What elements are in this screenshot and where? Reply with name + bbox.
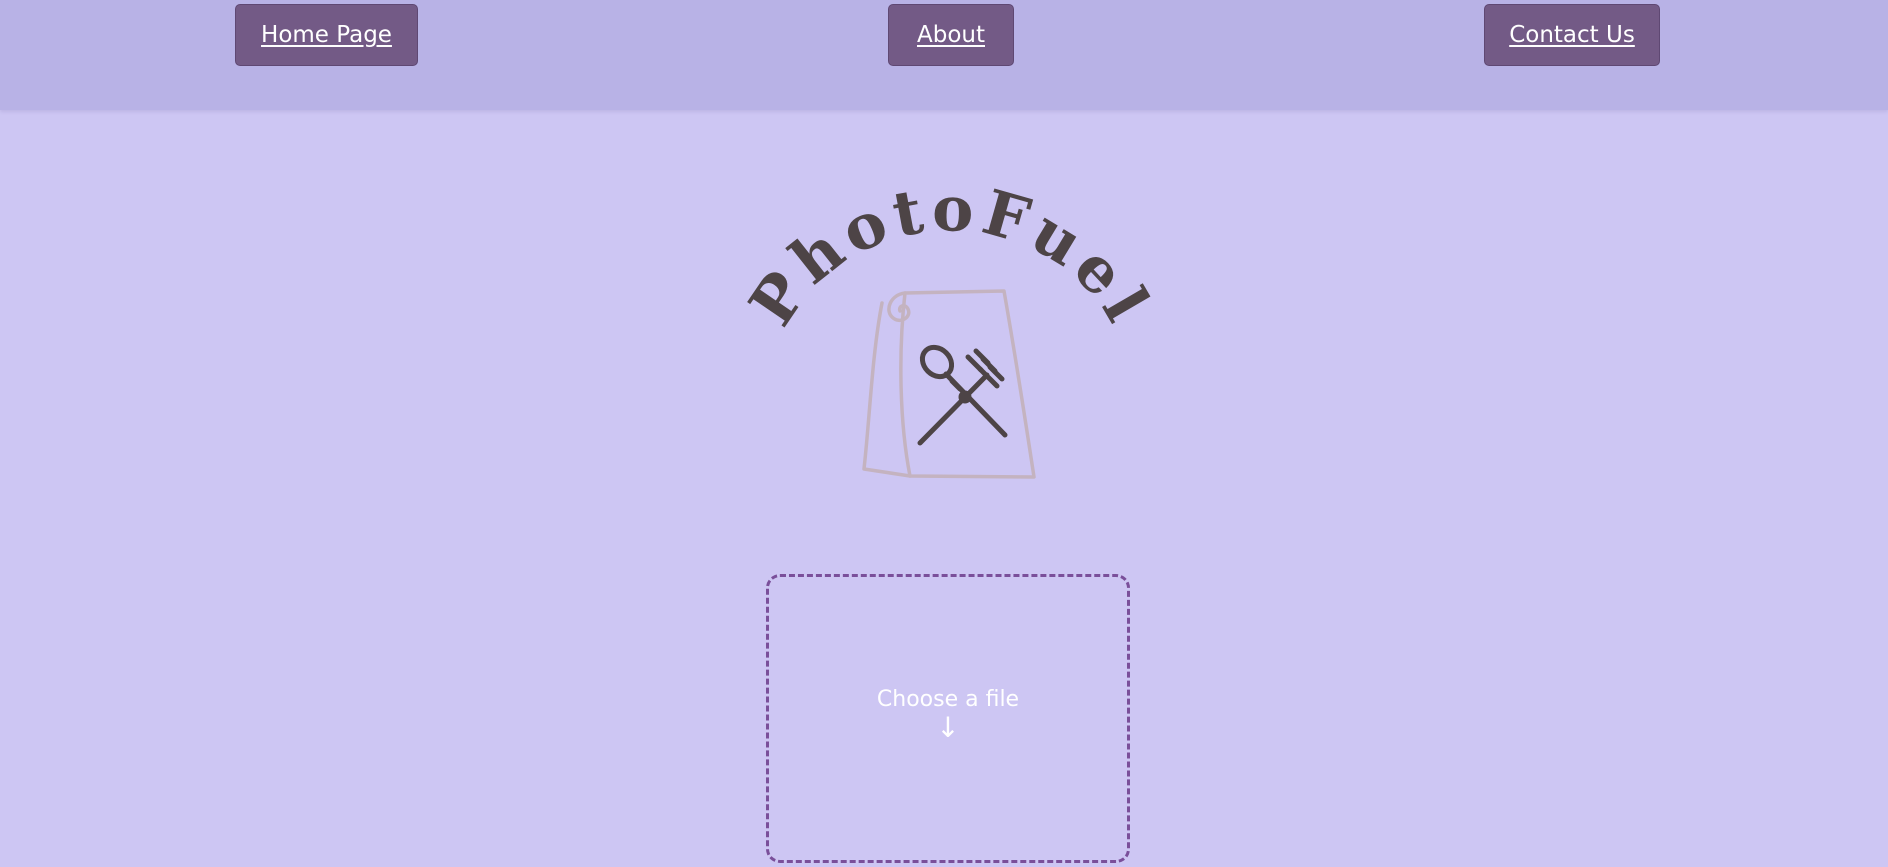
spoon-fork-icon xyxy=(917,344,1008,446)
logo-wordmark-text: PhotoFuel xyxy=(735,172,1160,338)
menu-scroll-icon xyxy=(862,289,1036,479)
down-arrow-icon: ↓ xyxy=(936,711,960,744)
home-page-button[interactable]: Home Page xyxy=(235,4,418,66)
top-navbar: Home Page About Contact Us xyxy=(0,0,1888,110)
choose-file-label: Choose a file xyxy=(876,687,1020,712)
contact-us-button[interactable]: Contact Us xyxy=(1484,4,1660,66)
logo-graphic: PhotoFuel xyxy=(735,172,1160,479)
logo-wordmark: PhotoFuel xyxy=(740,185,1160,338)
photofuel-logo: PhotoFuel xyxy=(735,172,1160,495)
file-upload-dropzone[interactable]: Choose a file ↓ xyxy=(766,574,1130,863)
about-button[interactable]: About xyxy=(888,4,1014,66)
